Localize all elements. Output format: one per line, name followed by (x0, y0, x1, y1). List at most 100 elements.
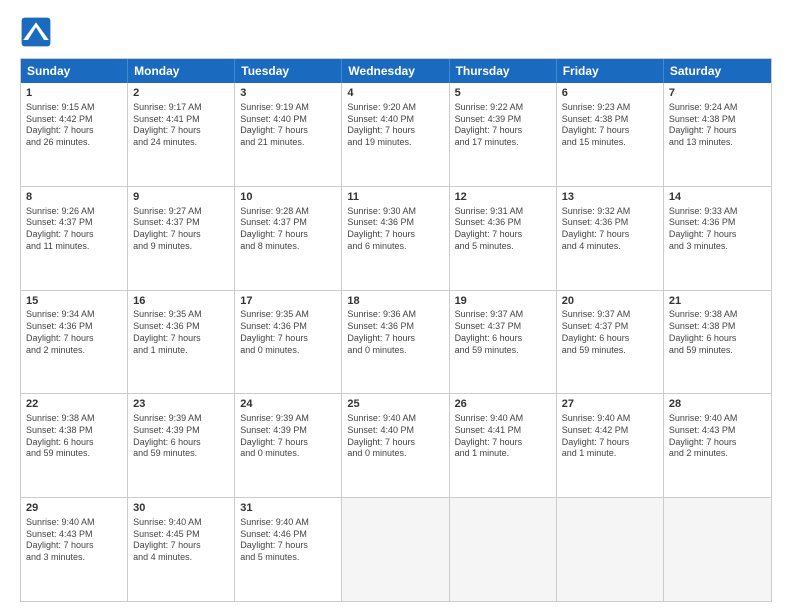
day-info: Sunrise: 9:35 AM Sunset: 4:36 PM Dayligh… (133, 309, 229, 356)
calendar-day-24: 24Sunrise: 9:39 AM Sunset: 4:39 PM Dayli… (235, 394, 342, 497)
day-number: 27 (562, 397, 658, 412)
calendar-day-17: 17Sunrise: 9:35 AM Sunset: 4:36 PM Dayli… (235, 291, 342, 394)
header-day-thursday: Thursday (450, 59, 557, 83)
page: SundayMondayTuesdayWednesdayThursdayFrid… (0, 0, 792, 612)
day-info: Sunrise: 9:40 AM Sunset: 4:41 PM Dayligh… (455, 413, 551, 460)
calendar-day-10: 10Sunrise: 9:28 AM Sunset: 4:37 PM Dayli… (235, 187, 342, 290)
day-number: 28 (669, 397, 766, 412)
header-day-monday: Monday (128, 59, 235, 83)
day-number: 19 (455, 294, 551, 309)
day-number: 30 (133, 501, 229, 516)
calendar-week-4: 29Sunrise: 9:40 AM Sunset: 4:43 PM Dayli… (21, 498, 771, 601)
calendar-day-4: 4Sunrise: 9:20 AM Sunset: 4:40 PM Daylig… (342, 83, 449, 186)
calendar-empty-cell (450, 498, 557, 601)
day-info: Sunrise: 9:34 AM Sunset: 4:36 PM Dayligh… (26, 309, 122, 356)
day-info: Sunrise: 9:40 AM Sunset: 4:45 PM Dayligh… (133, 517, 229, 564)
day-number: 25 (347, 397, 443, 412)
day-info: Sunrise: 9:40 AM Sunset: 4:43 PM Dayligh… (26, 517, 122, 564)
day-number: 3 (240, 86, 336, 101)
day-number: 29 (26, 501, 122, 516)
calendar-day-3: 3Sunrise: 9:19 AM Sunset: 4:40 PM Daylig… (235, 83, 342, 186)
calendar-day-19: 19Sunrise: 9:37 AM Sunset: 4:37 PM Dayli… (450, 291, 557, 394)
day-info: Sunrise: 9:39 AM Sunset: 4:39 PM Dayligh… (240, 413, 336, 460)
header-day-sunday: Sunday (21, 59, 128, 83)
day-number: 8 (26, 190, 122, 205)
day-info: Sunrise: 9:28 AM Sunset: 4:37 PM Dayligh… (240, 206, 336, 253)
day-info: Sunrise: 9:20 AM Sunset: 4:40 PM Dayligh… (347, 102, 443, 149)
calendar-day-1: 1Sunrise: 9:15 AM Sunset: 4:42 PM Daylig… (21, 83, 128, 186)
calendar-day-31: 31Sunrise: 9:40 AM Sunset: 4:46 PM Dayli… (235, 498, 342, 601)
day-info: Sunrise: 9:32 AM Sunset: 4:36 PM Dayligh… (562, 206, 658, 253)
day-info: Sunrise: 9:40 AM Sunset: 4:40 PM Dayligh… (347, 413, 443, 460)
calendar-day-23: 23Sunrise: 9:39 AM Sunset: 4:39 PM Dayli… (128, 394, 235, 497)
calendar-day-29: 29Sunrise: 9:40 AM Sunset: 4:43 PM Dayli… (21, 498, 128, 601)
day-info: Sunrise: 9:37 AM Sunset: 4:37 PM Dayligh… (455, 309, 551, 356)
calendar-day-30: 30Sunrise: 9:40 AM Sunset: 4:45 PM Dayli… (128, 498, 235, 601)
calendar-day-26: 26Sunrise: 9:40 AM Sunset: 4:41 PM Dayli… (450, 394, 557, 497)
calendar-day-14: 14Sunrise: 9:33 AM Sunset: 4:36 PM Dayli… (664, 187, 771, 290)
day-number: 24 (240, 397, 336, 412)
day-number: 4 (347, 86, 443, 101)
day-info: Sunrise: 9:30 AM Sunset: 4:36 PM Dayligh… (347, 206, 443, 253)
calendar-day-2: 2Sunrise: 9:17 AM Sunset: 4:41 PM Daylig… (128, 83, 235, 186)
day-number: 6 (562, 86, 658, 101)
day-number: 12 (455, 190, 551, 205)
calendar-week-0: 1Sunrise: 9:15 AM Sunset: 4:42 PM Daylig… (21, 83, 771, 187)
calendar-empty-cell (557, 498, 664, 601)
calendar-day-22: 22Sunrise: 9:38 AM Sunset: 4:38 PM Dayli… (21, 394, 128, 497)
day-info: Sunrise: 9:36 AM Sunset: 4:36 PM Dayligh… (347, 309, 443, 356)
calendar-header: SundayMondayTuesdayWednesdayThursdayFrid… (21, 59, 771, 83)
day-info: Sunrise: 9:40 AM Sunset: 4:42 PM Dayligh… (562, 413, 658, 460)
header (20, 16, 772, 48)
header-day-friday: Friday (557, 59, 664, 83)
day-number: 1 (26, 86, 122, 101)
day-number: 9 (133, 190, 229, 205)
calendar-empty-cell (342, 498, 449, 601)
day-number: 23 (133, 397, 229, 412)
calendar-day-20: 20Sunrise: 9:37 AM Sunset: 4:37 PM Dayli… (557, 291, 664, 394)
calendar-week-3: 22Sunrise: 9:38 AM Sunset: 4:38 PM Dayli… (21, 394, 771, 498)
calendar: SundayMondayTuesdayWednesdayThursdayFrid… (20, 58, 772, 602)
day-number: 22 (26, 397, 122, 412)
day-info: Sunrise: 9:38 AM Sunset: 4:38 PM Dayligh… (26, 413, 122, 460)
day-info: Sunrise: 9:26 AM Sunset: 4:37 PM Dayligh… (26, 206, 122, 253)
day-info: Sunrise: 9:23 AM Sunset: 4:38 PM Dayligh… (562, 102, 658, 149)
calendar-day-8: 8Sunrise: 9:26 AM Sunset: 4:37 PM Daylig… (21, 187, 128, 290)
day-info: Sunrise: 9:37 AM Sunset: 4:37 PM Dayligh… (562, 309, 658, 356)
day-info: Sunrise: 9:27 AM Sunset: 4:37 PM Dayligh… (133, 206, 229, 253)
day-info: Sunrise: 9:22 AM Sunset: 4:39 PM Dayligh… (455, 102, 551, 149)
calendar-day-6: 6Sunrise: 9:23 AM Sunset: 4:38 PM Daylig… (557, 83, 664, 186)
header-day-saturday: Saturday (664, 59, 771, 83)
calendar-day-13: 13Sunrise: 9:32 AM Sunset: 4:36 PM Dayli… (557, 187, 664, 290)
calendar-day-25: 25Sunrise: 9:40 AM Sunset: 4:40 PM Dayli… (342, 394, 449, 497)
calendar-body: 1Sunrise: 9:15 AM Sunset: 4:42 PM Daylig… (21, 83, 771, 601)
calendar-day-7: 7Sunrise: 9:24 AM Sunset: 4:38 PM Daylig… (664, 83, 771, 186)
day-number: 2 (133, 86, 229, 101)
day-info: Sunrise: 9:17 AM Sunset: 4:41 PM Dayligh… (133, 102, 229, 149)
day-info: Sunrise: 9:24 AM Sunset: 4:38 PM Dayligh… (669, 102, 766, 149)
calendar-week-1: 8Sunrise: 9:26 AM Sunset: 4:37 PM Daylig… (21, 187, 771, 291)
calendar-week-2: 15Sunrise: 9:34 AM Sunset: 4:36 PM Dayli… (21, 291, 771, 395)
calendar-day-12: 12Sunrise: 9:31 AM Sunset: 4:36 PM Dayli… (450, 187, 557, 290)
day-number: 26 (455, 397, 551, 412)
day-number: 14 (669, 190, 766, 205)
day-number: 11 (347, 190, 443, 205)
calendar-day-27: 27Sunrise: 9:40 AM Sunset: 4:42 PM Dayli… (557, 394, 664, 497)
day-info: Sunrise: 9:40 AM Sunset: 4:46 PM Dayligh… (240, 517, 336, 564)
day-number: 7 (669, 86, 766, 101)
calendar-day-9: 9Sunrise: 9:27 AM Sunset: 4:37 PM Daylig… (128, 187, 235, 290)
day-number: 20 (562, 294, 658, 309)
calendar-day-11: 11Sunrise: 9:30 AM Sunset: 4:36 PM Dayli… (342, 187, 449, 290)
day-number: 31 (240, 501, 336, 516)
day-info: Sunrise: 9:19 AM Sunset: 4:40 PM Dayligh… (240, 102, 336, 149)
day-info: Sunrise: 9:35 AM Sunset: 4:36 PM Dayligh… (240, 309, 336, 356)
day-number: 16 (133, 294, 229, 309)
header-day-wednesday: Wednesday (342, 59, 449, 83)
calendar-day-16: 16Sunrise: 9:35 AM Sunset: 4:36 PM Dayli… (128, 291, 235, 394)
day-number: 17 (240, 294, 336, 309)
day-number: 13 (562, 190, 658, 205)
day-number: 18 (347, 294, 443, 309)
day-info: Sunrise: 9:15 AM Sunset: 4:42 PM Dayligh… (26, 102, 122, 149)
day-number: 15 (26, 294, 122, 309)
day-info: Sunrise: 9:40 AM Sunset: 4:43 PM Dayligh… (669, 413, 766, 460)
